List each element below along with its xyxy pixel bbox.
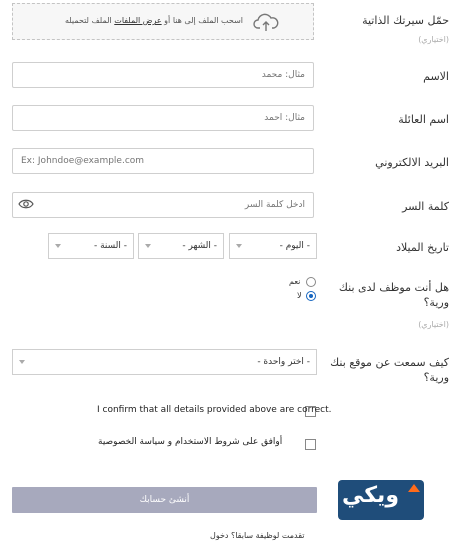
browse-files-link[interactable]: عرض الملفات <box>114 16 161 25</box>
site-logo: ويكي <box>338 480 424 520</box>
first-name-label: الاسم <box>423 70 449 83</box>
chevron-down-icon <box>19 360 25 364</box>
login-link[interactable]: تقدمت لوظيفة سابقا؟ دخول <box>210 531 304 540</box>
terms-checkbox[interactable] <box>305 439 316 450</box>
upload-instructions: اسحب الملف إلى هنا أو عرض الملفات الملف … <box>64 16 243 25</box>
logo-accent-icon <box>408 484 420 492</box>
chevron-down-icon <box>145 244 151 248</box>
cv-label: حمّل سيرتك الذاتية <box>362 14 449 27</box>
password-input[interactable] <box>12 192 314 218</box>
birth-year-select[interactable]: - السنة - <box>48 233 134 259</box>
birth-day-select[interactable]: - اليوم - <box>229 233 317 259</box>
last-name-input[interactable] <box>12 105 314 131</box>
email-input[interactable] <box>12 148 314 174</box>
eye-icon[interactable] <box>18 198 34 210</box>
cv-dropzone[interactable]: اسحب الملف إلى هنا أو عرض الملفات الملف … <box>12 3 314 40</box>
cloud-upload-icon <box>253 13 279 31</box>
source-label: كيف سمعت عن موقع بنك ورية؟ <box>330 356 449 384</box>
email-label: البريد الالكتروني <box>375 156 449 169</box>
birth-month-select[interactable]: - الشهر - <box>138 233 224 259</box>
password-label: كلمة السر <box>402 200 449 213</box>
create-account-button[interactable]: أنشئ حسابك <box>12 487 317 513</box>
employee-hint: (اختياري) <box>418 320 449 329</box>
chevron-down-icon <box>55 244 61 248</box>
cv-hint: (اختياري) <box>418 35 449 44</box>
birth-date-label: تاريخ الميلاد <box>396 241 449 254</box>
source-select[interactable]: - اختر واحدة - <box>12 349 317 375</box>
employee-no-label: لا <box>297 291 302 300</box>
last-name-label: اسم العائلة <box>398 113 449 126</box>
employee-label: هل أنت موظف لدى بنك ورية؟ <box>338 281 449 309</box>
chevron-down-icon <box>236 244 242 248</box>
first-name-input[interactable] <box>12 62 314 88</box>
employee-yes-label: نعم <box>289 277 301 286</box>
employee-no-radio[interactable] <box>306 291 316 301</box>
employee-yes-radio[interactable] <box>306 277 316 287</box>
confirm-label: I confirm that all details provided abov… <box>97 405 332 415</box>
terms-label: أوافق على شروط الاستخدام و سياسة الخصوصي… <box>98 437 283 447</box>
